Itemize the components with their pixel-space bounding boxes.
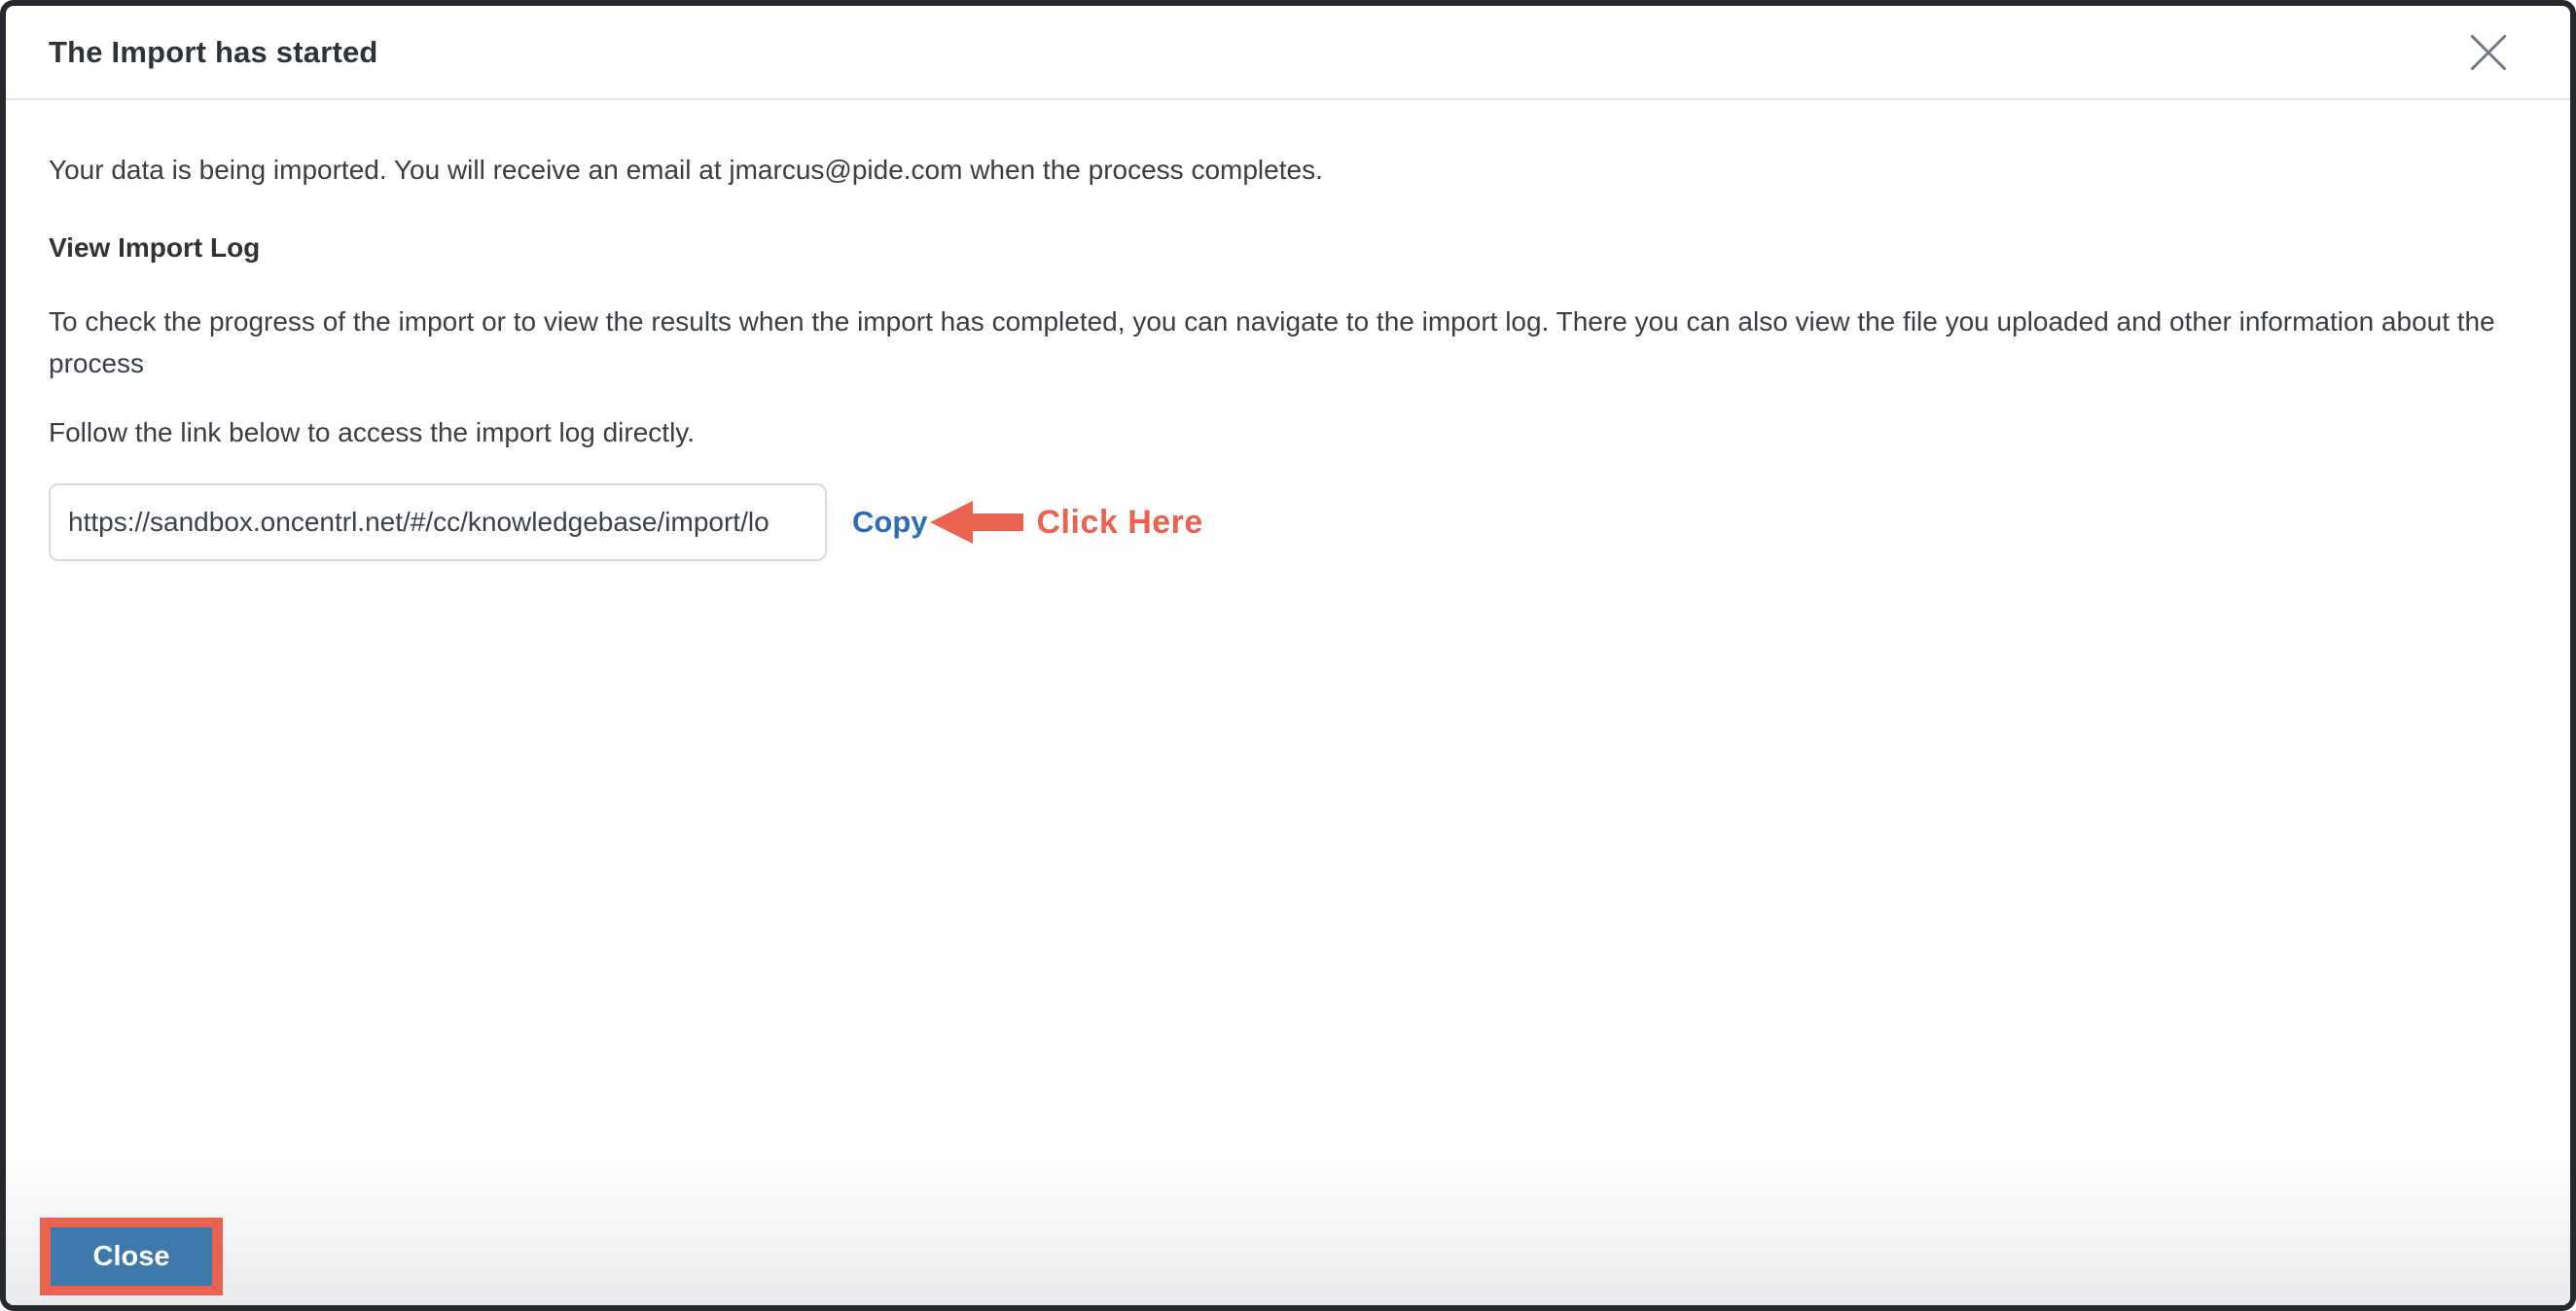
view-import-log-heading: View Import Log	[49, 232, 261, 263]
close-icon[interactable]	[2463, 27, 2514, 78]
modal-title: The Import has started	[49, 34, 378, 69]
footer-gradient	[6, 1150, 2570, 1305]
click-here-arrow-icon	[929, 501, 1023, 544]
click-here-annotation: Click Here	[1036, 503, 1203, 541]
close-button[interactable]: Close	[51, 1227, 212, 1286]
follow-link-instruction: Follow the link below to access the impo…	[49, 417, 695, 447]
close-button-highlight: Close	[40, 1218, 223, 1295]
modal-header: The Import has started	[6, 6, 2570, 100]
copy-link[interactable]: Copy	[852, 505, 928, 540]
import-log-url-input[interactable]	[49, 483, 827, 561]
import-status-text: Your data is being imported. You will re…	[49, 155, 1323, 185]
modal-body: Your data is being imported. You will re…	[6, 100, 2570, 561]
import-log-description: To check the progress of the import or t…	[49, 306, 2495, 378]
import-started-modal: The Import has started Your data is bein…	[0, 0, 2576, 1311]
import-log-url-row: Copy Click Here	[49, 483, 2527, 561]
